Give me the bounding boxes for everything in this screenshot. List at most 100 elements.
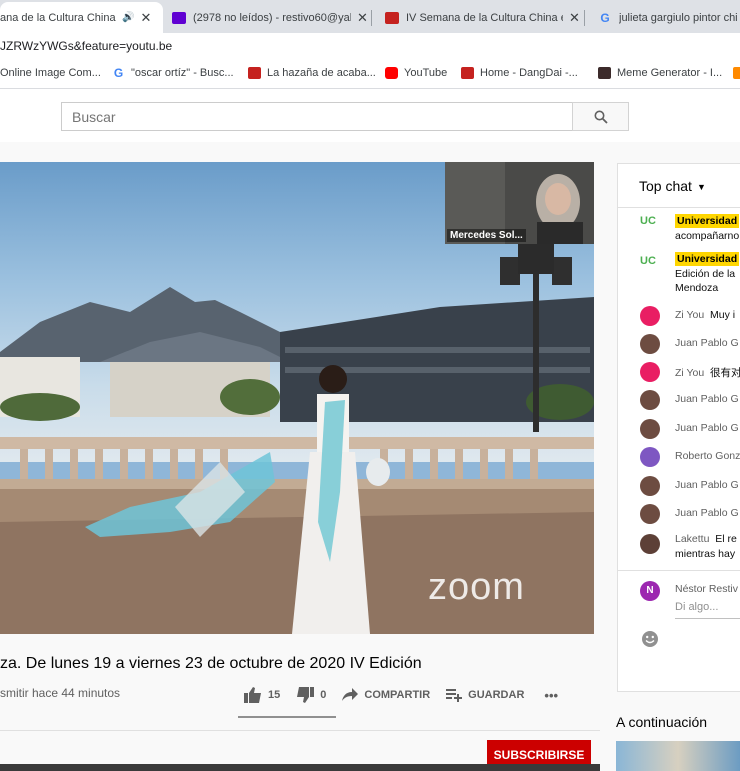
save-label: GUARDAR [468, 689, 525, 701]
like-button[interactable]: 15 [244, 687, 280, 703]
avatar [640, 390, 660, 410]
bookmarks-bar: Online Image Com... G "oscar ortíz" - Bu… [0, 60, 740, 89]
chat-message: Juan Pablo G [618, 500, 740, 528]
tab-title: ana de la Cultura China - [0, 11, 118, 24]
search-button[interactable] [572, 102, 629, 131]
bookmark-label: La hazaña de acaba... [267, 67, 376, 79]
chat-message: UC Universidad Edición de la Mendoza [618, 246, 740, 298]
avatar [640, 534, 660, 554]
chat-filter-dropdown[interactable]: Top chat ▼ [618, 164, 740, 208]
address-bar[interactable]: JZRWzYWGs&feature=youtu.be [0, 33, 740, 60]
search-icon [594, 110, 608, 124]
bookmark-label: "oscar ortíz" - Busc... [131, 67, 234, 79]
avatar [640, 419, 660, 439]
chat-filter-label: Top chat [639, 178, 692, 194]
bookmark-la-hazana[interactable]: La hazaña de acaba... [248, 67, 376, 79]
tab-close-icon[interactable]: ✕ [569, 10, 580, 26]
message-text: Muy i [710, 309, 736, 321]
bookmark-oscar-ortiz[interactable]: G "oscar ortíz" - Busc... [112, 67, 234, 79]
video-actions: 15 0 COMPARTIR GUARDAR ••• [244, 684, 574, 706]
thumbs-down-icon [297, 687, 315, 703]
bookmark-label: Meme Generator - I... [617, 67, 723, 79]
author-name: Zi You [675, 367, 705, 379]
author-name: Juan Pablo G [675, 507, 739, 519]
tab-separator [584, 10, 585, 26]
uc-logo-icon: UC [640, 215, 656, 227]
author-name: Roberto Gonz [675, 450, 740, 462]
message-text: Edición de la [675, 268, 736, 280]
chat-message: Zi You Muy i [618, 302, 740, 330]
save-button[interactable]: GUARDAR [446, 688, 524, 702]
tab-close-icon[interactable]: ✕ [357, 10, 368, 26]
chat-input-area: N Néstor Restiv Di algo... [618, 570, 740, 691]
chat-message: Juan Pablo G [618, 386, 740, 414]
author-name: Juan Pablo G [675, 422, 739, 434]
uc-favicon-icon [461, 67, 474, 79]
author-badge: Universidad [675, 214, 740, 228]
chat-message: Zi You 很有对 [618, 358, 740, 386]
tab-separator [371, 10, 372, 26]
share-label: COMPARTIR [364, 689, 431, 701]
like-count: 15 [268, 689, 281, 701]
bookmark-label: YouTube [404, 67, 448, 79]
tab-title: (2978 no leídos) - restivo60@yah [193, 11, 351, 24]
google-icon: G [113, 66, 124, 80]
author-name: Lakettu [675, 533, 710, 545]
browser-tab-bar: ana de la Cultura China - 🔊 ✕ (2978 no l… [0, 0, 740, 33]
bookmark-overflow[interactable] [733, 67, 740, 79]
youtube-header [0, 90, 740, 142]
bookmark-youtube[interactable]: YouTube [385, 67, 447, 79]
tab-close-icon[interactable]: ✕ [140, 10, 151, 26]
bookmark-online-image[interactable]: Online Image Com... [0, 67, 101, 79]
emoji-icon[interactable] [640, 629, 660, 649]
uc-favicon-icon [385, 11, 399, 24]
playlist-add-icon [446, 689, 463, 702]
tab-yahoo-mail[interactable]: (2978 no leídos) - restivo60@yah ✕ [172, 2, 372, 33]
avatar [640, 334, 660, 354]
zoom-watermark: zoom [428, 566, 525, 608]
dislike-button[interactable]: 0 [296, 687, 326, 703]
webcam-pip: Mercedes Sol... [445, 162, 594, 244]
tab-title: julieta gargiulo pintor chi [619, 11, 738, 24]
google-icon: G [600, 10, 610, 25]
chat-message: Lakettu El re mientras hay [618, 528, 740, 568]
chevron-down-icon: ▼ [696, 182, 706, 193]
author-name: Juan Pablo G [675, 393, 739, 405]
avatar [640, 362, 660, 382]
speaker-icon[interactable]: 🔊 [122, 12, 134, 23]
youtube-icon [385, 67, 398, 79]
author-badge: Universidad [675, 252, 740, 266]
author-name: Juan Pablo G [675, 479, 739, 491]
pip-participant-name: Mercedes Sol... [447, 229, 526, 242]
url-text: JZRWzYWGs&feature=youtu.be [0, 39, 173, 53]
avatar [640, 504, 660, 524]
bookmark-dangdai[interactable]: Home - DangDai -... [461, 67, 578, 79]
chat-message: Juan Pablo G [618, 330, 740, 358]
bookmark-meme-generator[interactable]: Meme Generator - I... [598, 67, 722, 79]
tab-semana-cultura-china[interactable]: ana de la Cultura China - 🔊 ✕ [0, 2, 163, 33]
message-text: mientras hay [675, 548, 736, 560]
meme-icon [598, 67, 611, 79]
current-user-name: Néstor Restiv [675, 583, 739, 595]
tab-iv-semana[interactable]: IV Semana de la Cultura China en ✕ [385, 2, 585, 33]
up-next-thumbnail[interactable] [616, 741, 740, 771]
chat-message: Juan Pablo G [618, 415, 740, 443]
share-button[interactable]: COMPARTIR [342, 688, 430, 702]
sentiment-bar [238, 716, 336, 718]
chat-message: Juan Pablo G [618, 472, 740, 500]
bookmark-label: Online Image Com... [0, 67, 101, 79]
avatar [640, 306, 660, 326]
up-next-heading: A continuación [616, 714, 708, 730]
chat-message: UC Universidad acompañarno [618, 208, 740, 246]
bookmark-icon [733, 67, 740, 79]
tab-julieta-gargiulo[interactable]: G julieta gargiulo pintor chi [598, 2, 740, 33]
chat-input[interactable]: Di algo... [675, 601, 740, 619]
search-input[interactable] [61, 102, 573, 131]
mail-icon [172, 11, 186, 24]
more-actions-button[interactable]: ••• [544, 688, 558, 703]
author-name: Juan Pablo G [675, 337, 739, 349]
message-text: Mendoza [675, 282, 719, 294]
channel-strip [0, 764, 600, 771]
chat-message-list[interactable]: UC Universidad acompañarno UC Universida… [618, 208, 740, 570]
message-text: 很有对 [710, 367, 740, 379]
